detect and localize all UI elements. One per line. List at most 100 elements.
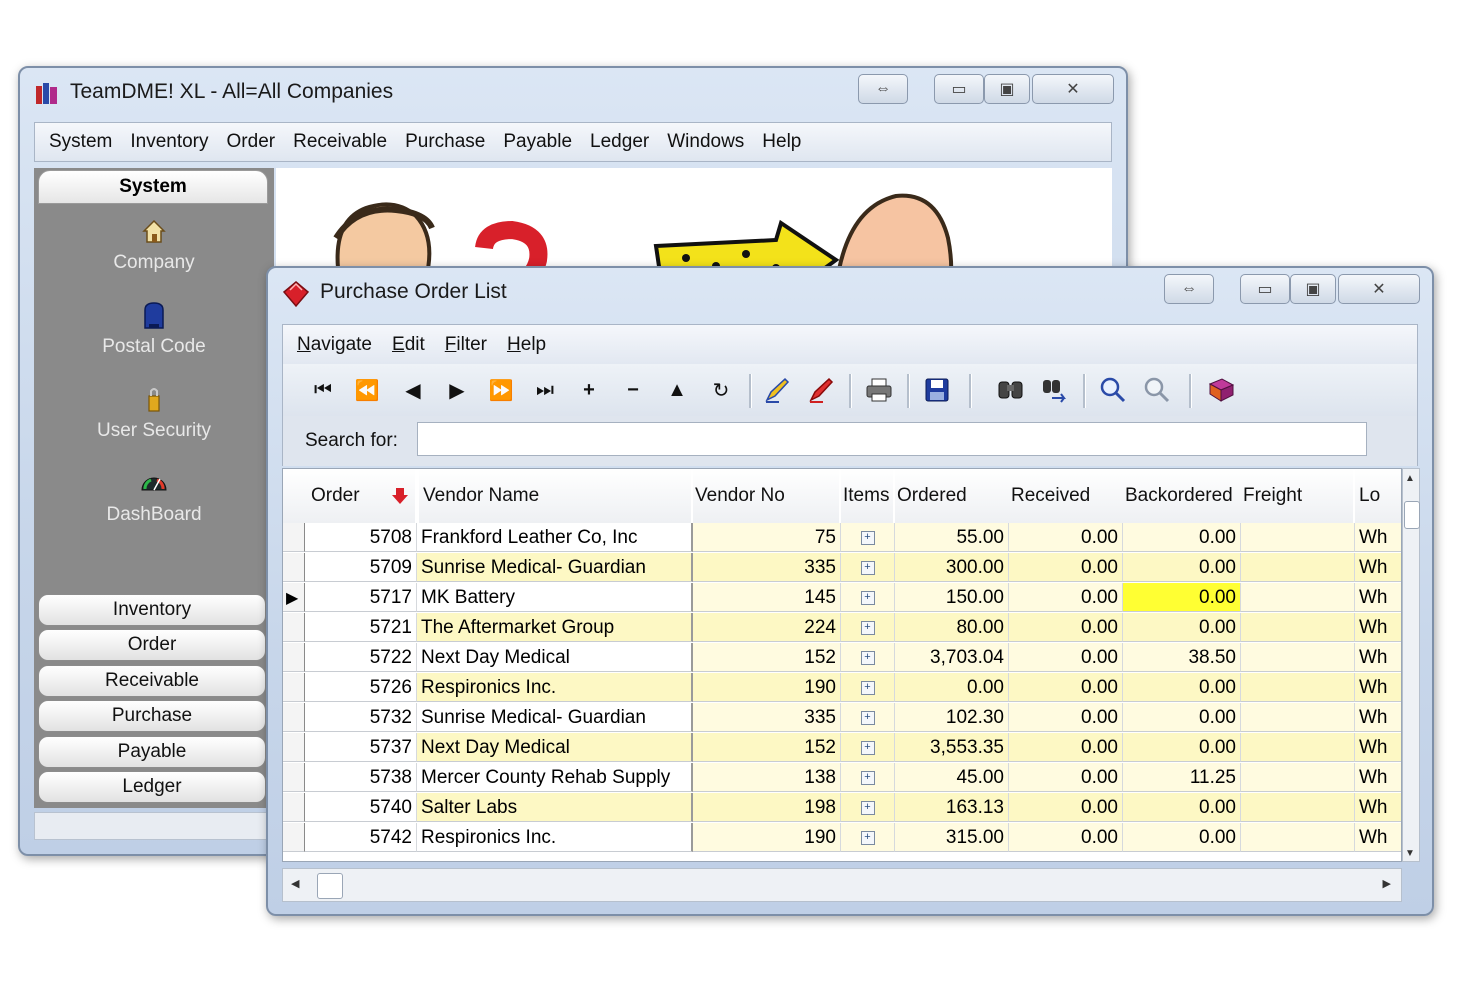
cell-received[interactable]: 0.00 [1009,763,1123,792]
cell-location[interactable]: Wh [1355,823,1401,852]
po-menu-filter[interactable]: Filter [445,334,487,356]
menu-windows[interactable]: Windows [667,131,744,153]
cell-ordered[interactable]: 315.00 [895,823,1009,852]
cell-vendor-no[interactable]: 335 [693,703,841,732]
cell-freight[interactable] [1241,823,1355,852]
edit-button[interactable] [761,374,793,406]
cell-vendor-name[interactable]: Salter Labs [417,793,693,822]
cell-backordered[interactable]: 11.25 [1123,763,1241,792]
expand-items-icon[interactable]: + [860,740,875,755]
column-header-ordered[interactable]: Ordered [895,469,1009,523]
main-titlebar[interactable]: TeamDME! XL - All=All Companies ⇔ ▭ ▣ ✕ [20,68,1126,118]
cell-backordered[interactable]: 0.00 [1123,553,1241,582]
cell-location[interactable]: Wh [1355,733,1401,762]
find-next-button[interactable] [1039,374,1071,406]
post-record-button[interactable]: ▲ [661,374,693,406]
row-indicator[interactable] [283,793,305,822]
cell-vendor-name[interactable]: Next Day Medical [417,733,693,762]
column-header-backordered[interactable]: Backordered [1123,469,1241,523]
cell-vendor-no[interactable]: 224 [693,613,841,642]
cell-backordered[interactable]: 0.00 [1123,793,1241,822]
cell-vendor-no[interactable]: 190 [693,673,841,702]
cell-order[interactable]: 5726 [305,673,417,702]
cell-ordered[interactable]: 150.00 [895,583,1009,612]
cell-backordered[interactable]: 0.00 [1123,703,1241,732]
cell-vendor-no[interactable]: 152 [693,733,841,762]
first-record-button[interactable]: ⏮ [307,374,339,406]
scroll-left-icon[interactable]: ◀ [291,877,299,890]
cell-ordered[interactable]: 3,553.35 [895,733,1009,762]
sidebar-module-ledger[interactable]: Ledger [38,771,266,803]
cell-order[interactable]: 5738 [305,763,417,792]
expand-items-icon[interactable]: + [860,710,875,725]
cell-vendor-name[interactable]: Sunrise Medical- Guardian [417,553,693,582]
cell-order[interactable]: 5717 [305,583,417,612]
insert-record-button[interactable]: + [573,374,605,406]
expand-items-icon[interactable]: + [860,680,875,695]
sidebar-item-company[interactable]: Company [34,216,274,274]
expand-items-icon[interactable]: + [860,530,875,545]
delete-record-button[interactable]: − [617,374,649,406]
cell-ordered[interactable]: 300.00 [895,553,1009,582]
cell-ordered[interactable]: 0.00 [895,673,1009,702]
expand-items-icon[interactable]: + [860,560,875,575]
cell-vendor-no[interactable]: 138 [693,763,841,792]
cell-items[interactable]: + [841,763,895,792]
expand-items-icon[interactable]: + [860,770,875,785]
cell-backordered[interactable]: 0.00 [1123,673,1241,702]
table-row[interactable]: 5742 Respironics Inc. 190 +315.00 0.00 0.00 Wh [283,823,1401,853]
sidebar-header[interactable]: System [38,170,268,204]
menu-help[interactable]: Help [762,131,801,153]
cancel-edit-button[interactable] [805,374,837,406]
sidebar-module-purchase[interactable]: Purchase [38,700,266,732]
next-record-button[interactable]: ▶ [441,374,473,406]
cell-vendor-name[interactable]: MK Battery [417,583,693,612]
menu-receivable[interactable]: Receivable [293,131,387,153]
zoom-out-button[interactable] [1141,374,1173,406]
po-maximize-button[interactable]: ▣ [1290,274,1336,304]
po-menu-help[interactable]: Help [507,334,546,356]
main-close-button[interactable]: ✕ [1032,74,1114,104]
cell-received[interactable]: 0.00 [1009,613,1123,642]
column-header-vendor-name[interactable]: Vendor Name [419,469,691,523]
cell-freight[interactable] [1241,523,1355,552]
column-header-location[interactable]: Lo [1355,469,1401,523]
cell-vendor-name[interactable]: The Aftermarket Group [417,613,693,642]
po-titlebar[interactable]: Purchase Order List ⇔ ▭ ▣ ✕ [268,268,1432,318]
table-row[interactable]: 5709 Sunrise Medical- Guardian 335 +300.00 0… [283,553,1401,583]
row-indicator[interactable] [283,613,305,642]
cell-backordered[interactable]: 0.00 [1123,733,1241,762]
sidebar-item-dashboard[interactable]: DashBoard [34,468,274,526]
cell-vendor-no[interactable]: 190 [693,823,841,852]
table-row[interactable]: 5737 Next Day Medical 152 +3,553.35 0.00 0.00… [283,733,1401,763]
po-minimize-button[interactable]: ▭ [1240,274,1290,304]
column-header-items[interactable]: Items [841,469,893,523]
main-resize-button[interactable]: ⇔ [858,74,908,104]
cell-items[interactable]: + [841,703,895,732]
menu-system[interactable]: System [49,131,112,153]
cell-vendor-no[interactable]: 145 [693,583,841,612]
sidebar-module-payable[interactable]: Payable [38,736,266,768]
cell-received[interactable]: 0.00 [1009,673,1123,702]
cell-vendor-name[interactable]: Respironics Inc. [417,823,693,852]
cell-freight[interactable] [1241,613,1355,642]
last-record-button[interactable]: ⏭ [529,374,561,406]
po-menu-edit[interactable]: Edit [392,334,425,356]
cell-vendor-no[interactable]: 335 [693,553,841,582]
row-indicator[interactable] [283,553,305,582]
cell-freight[interactable] [1241,793,1355,822]
po-close-button[interactable]: ✕ [1338,274,1420,304]
sidebar-item-user-security[interactable]: User Security [34,384,274,442]
expand-items-icon[interactable]: + [860,620,875,635]
sidebar-item-postal-code[interactable]: Postal Code [34,300,274,358]
cell-freight[interactable] [1241,733,1355,762]
cell-vendor-no[interactable]: 198 [693,793,841,822]
column-header-freight[interactable]: Freight [1241,469,1353,523]
zoom-in-button[interactable] [1097,374,1129,406]
cell-items[interactable]: + [841,613,895,642]
table-row[interactable]: 5722 Next Day Medical 152 +3,703.04 0.00 38.5… [283,643,1401,673]
cell-vendor-name[interactable]: Sunrise Medical- Guardian [417,703,693,732]
print-button[interactable] [863,374,895,406]
table-row[interactable]: 5740 Salter Labs 198 +163.13 0.00 0.00 Wh [283,793,1401,823]
po-menu-navigate[interactable]: Navigate [297,334,372,356]
